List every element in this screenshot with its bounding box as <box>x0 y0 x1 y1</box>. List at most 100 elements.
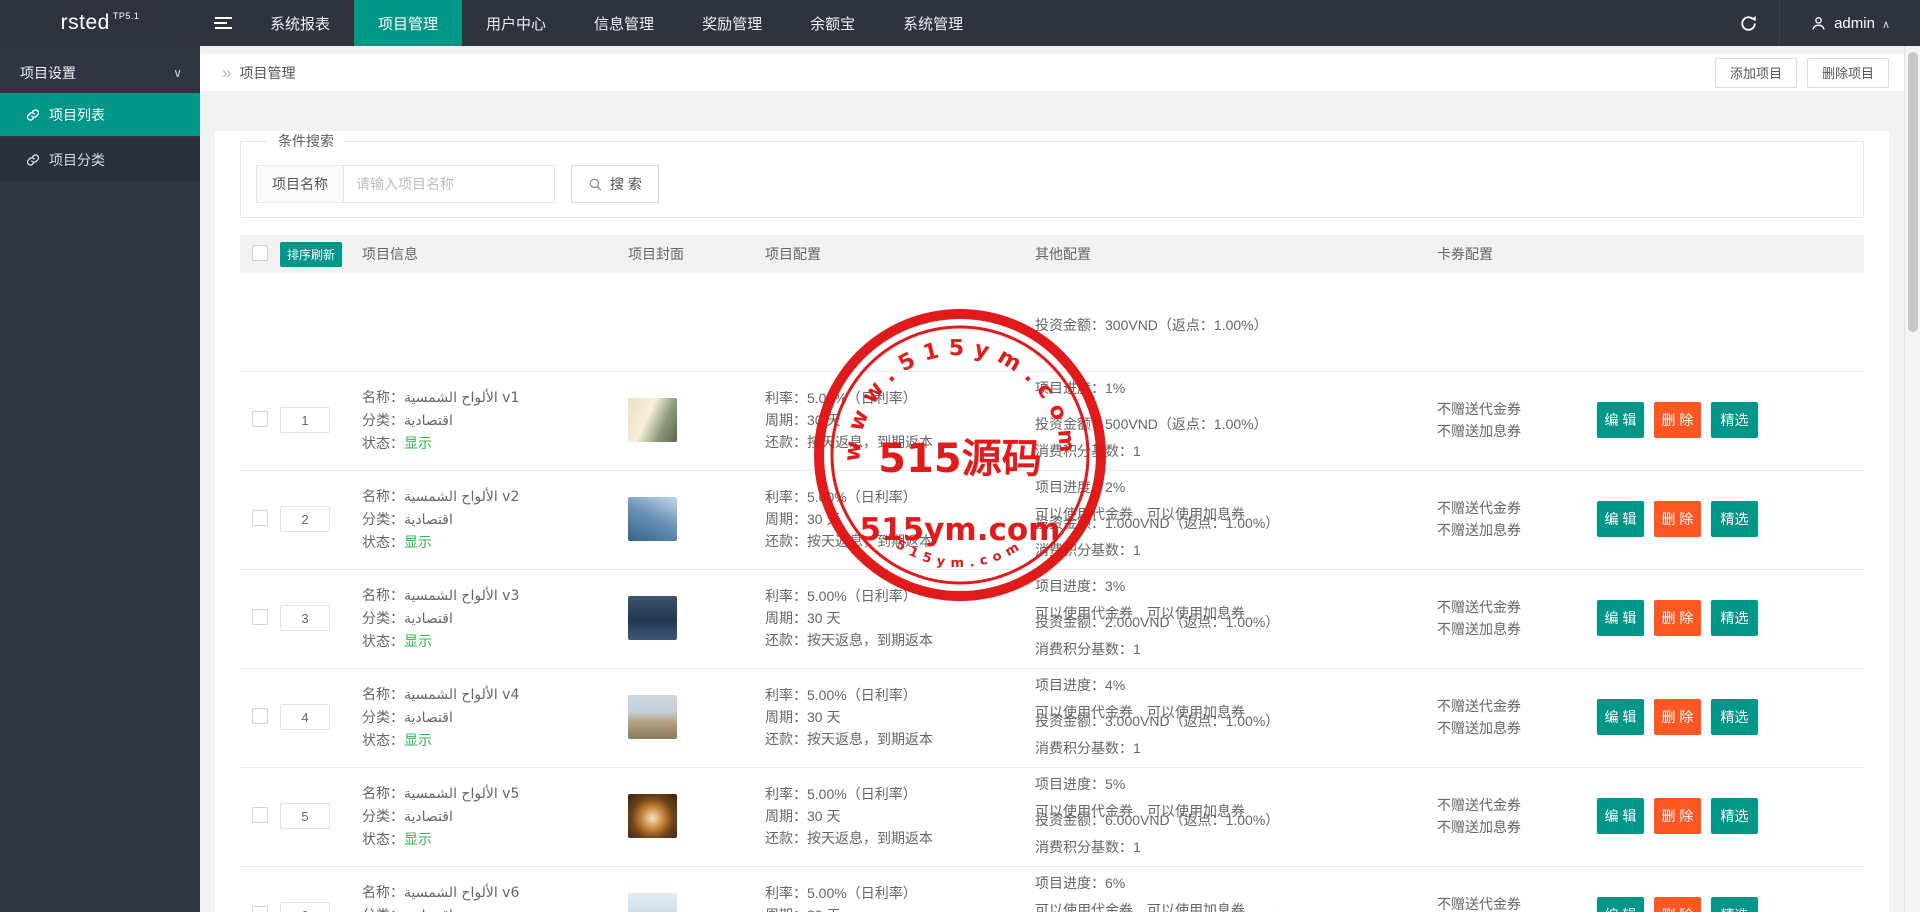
status-label: 状态： <box>362 534 404 550</box>
add-project-button[interactable]: 添加项目 <box>1715 58 1797 88</box>
cycle-line: 周期：30 天 <box>765 409 1030 431</box>
project-config-cell: 利率：5.00%（日利率） 周期：30 天 还款：按天返息，到期返本 <box>760 585 1030 651</box>
project-cover-image <box>628 497 677 541</box>
project-name: الألواح الشمسية v4 <box>404 687 519 703</box>
nav-item-system[interactable]: 系统管理 <box>879 0 987 46</box>
status-toggle[interactable]: 显示 <box>404 633 432 649</box>
edit-button[interactable]: 编 辑 <box>1597 798 1644 834</box>
nav-item-yuebao[interactable]: 余额宝 <box>786 0 879 46</box>
header-project-info: 项目信息 <box>350 244 620 264</box>
sort-order-input[interactable] <box>280 605 330 631</box>
status-toggle[interactable]: 显示 <box>404 435 432 451</box>
project-category: اقتصادية <box>404 809 453 825</box>
nav-item-reports[interactable]: 系统报表 <box>246 0 354 46</box>
sidebar: 项目设置 ∨ 项目列表 项目分类 <box>0 46 200 912</box>
status-toggle[interactable]: 显示 <box>404 534 432 550</box>
amount-line: 投资金额：6.000VND（返点：1.00%） <box>1035 810 1430 831</box>
select-all-checkbox[interactable] <box>252 245 268 261</box>
project-info-cell: 名称：الألواح الشمسية v4 分类：اقتصادية 状态：显示 <box>350 683 620 751</box>
vertical-scrollbar[interactable] <box>1904 46 1920 912</box>
nav-item-rewards[interactable]: 奖励管理 <box>678 0 786 46</box>
header-project-config: 项目配置 <box>760 244 1030 264</box>
search-button-label: 搜 索 <box>610 174 642 194</box>
feature-button[interactable]: 精选 <box>1711 501 1758 537</box>
edit-button[interactable]: 编 辑 <box>1597 402 1644 438</box>
edit-button[interactable]: 编 辑 <box>1597 897 1644 912</box>
project-config-cell: 利率：5.00%（日利率） 周期：30 天 还款：按天返息，到期返本 <box>760 486 1030 552</box>
project-config-cell: 利率：5.00%（日利率） 周期：30 天 还款：按天返息，到期返本 <box>760 684 1030 750</box>
sort-refresh-button[interactable]: 排序刷新 <box>280 242 342 267</box>
delete-button[interactable]: 删 除 <box>1654 699 1701 735</box>
sidebar-item-project-category[interactable]: 项目分类 <box>0 138 200 181</box>
sidebar-group-label: 项目设置 <box>20 63 76 83</box>
search-button[interactable]: 搜 索 <box>571 165 659 203</box>
edit-button[interactable]: 编 辑 <box>1597 501 1644 537</box>
chevron-down-icon: ∨ <box>173 66 182 80</box>
sort-order-input[interactable] <box>280 506 330 532</box>
delete-button[interactable]: 删 除 <box>1654 897 1701 912</box>
row-checkbox[interactable] <box>252 411 268 427</box>
project-cover-image <box>628 794 677 838</box>
sort-order-input[interactable] <box>280 704 330 730</box>
status-toggle[interactable]: 显示 <box>404 831 432 847</box>
project-category: اقتصادية <box>404 611 453 627</box>
menu-toggle-icon[interactable] <box>200 0 246 46</box>
project-category: اقتصادية <box>404 413 453 429</box>
amount-line: 投资金额：1.000VND（返点：1.00%） <box>1035 513 1430 534</box>
sort-order-input[interactable] <box>280 803 330 829</box>
project-config-cell: 利率：5.00%（日利率） 周期：30 天 还款：按天返息，到期返本 <box>760 387 1030 453</box>
project-name-input[interactable] <box>343 165 555 203</box>
status-label: 状态： <box>362 732 404 748</box>
feature-button[interactable]: 精选 <box>1711 798 1758 834</box>
delete-button[interactable]: 删 除 <box>1654 402 1701 438</box>
project-name: الألواح الشمسية v6 <box>404 885 519 901</box>
sort-order-input[interactable] <box>280 407 330 433</box>
sort-order-input[interactable] <box>280 902 330 912</box>
sidebar-group-project-settings[interactable]: 项目设置 ∨ <box>0 54 200 91</box>
project-cover-image <box>628 596 677 640</box>
delete-button[interactable]: 删 除 <box>1654 600 1701 636</box>
feature-button[interactable]: 精选 <box>1711 699 1758 735</box>
logo-text: rsted <box>61 11 110 35</box>
nav-item-messages[interactable]: 信息管理 <box>570 0 678 46</box>
delete-button[interactable]: 删 除 <box>1654 501 1701 537</box>
nav-item-projects[interactable]: 项目管理 <box>354 0 462 46</box>
refresh-icon[interactable] <box>1717 0 1779 46</box>
row-checkbox[interactable] <box>252 906 268 912</box>
feature-button[interactable]: 精选 <box>1711 402 1758 438</box>
main-nav: 系统报表 项目管理 用户中心 信息管理 奖励管理 余额宝 系统管理 <box>246 0 987 46</box>
nav-item-users[interactable]: 用户中心 <box>462 0 570 46</box>
scrollbar-thumb[interactable] <box>1908 52 1918 332</box>
project-cover-image <box>628 398 677 442</box>
category-label: 分类： <box>362 412 404 428</box>
project-name-label: 项目名称 <box>256 165 343 203</box>
name-label: 名称： <box>362 686 404 702</box>
project-config-cell: 利率：5.00%（日利率） 周期：30 天 还款：按天返息，到期返本 <box>760 882 1030 912</box>
feature-button[interactable]: 精选 <box>1711 600 1758 636</box>
project-category: اقتصادية <box>404 908 453 912</box>
status-label: 状态： <box>362 435 404 451</box>
status-toggle[interactable]: 显示 <box>404 732 432 748</box>
row-checkbox[interactable] <box>252 708 268 724</box>
logo-version: TP5.1 <box>113 11 140 21</box>
feature-button[interactable]: 精选 <box>1711 897 1758 912</box>
category-label: 分类： <box>362 808 404 824</box>
rate-line: 利率：5.00%（日利率） <box>765 387 1030 409</box>
header-project-cover: 项目封面 <box>620 244 760 264</box>
delete-project-button[interactable]: 删除项目 <box>1807 58 1889 88</box>
row-checkbox[interactable] <box>252 609 268 625</box>
row-checkbox[interactable] <box>252 510 268 526</box>
top-navbar: rstedTP5.1 系统报表 项目管理 用户中心 信息管理 奖励管理 余额宝 … <box>0 0 1920 46</box>
edit-button[interactable]: 编 辑 <box>1597 699 1644 735</box>
sidebar-item-project-list[interactable]: 项目列表 <box>0 93 200 136</box>
project-config-cell: 利率：5.00%（日利率） 周期：30 天 还款：按天返息，到期返本 <box>760 783 1030 849</box>
row-checkbox[interactable] <box>252 807 268 823</box>
username: admin <box>1834 15 1875 32</box>
header-other-config: 其他配置 <box>1030 244 1430 264</box>
edit-button[interactable]: 编 辑 <box>1597 600 1644 636</box>
coupon-line: 不赠送代金券 <box>1437 398 1595 420</box>
user-menu[interactable]: admin ∧ <box>1780 0 1920 46</box>
name-label: 名称： <box>362 389 404 405</box>
delete-button[interactable]: 删 除 <box>1654 798 1701 834</box>
header-coupon-config: 卡券配置 <box>1430 244 1595 264</box>
